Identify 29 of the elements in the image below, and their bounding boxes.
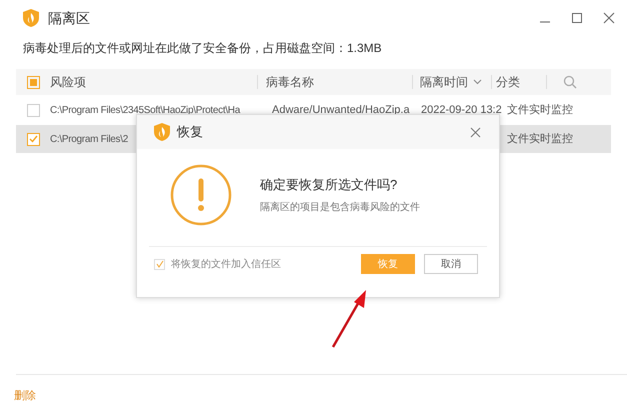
select-all-checkbox[interactable] bbox=[26, 76, 40, 88]
dialog-title: 恢复 bbox=[177, 123, 203, 142]
chevron-down-icon[interactable] bbox=[473, 79, 482, 85]
trust-checkbox[interactable]: 将恢复的文件加入信任区 bbox=[154, 256, 281, 272]
close-icon[interactable] bbox=[470, 126, 481, 138]
window-title: 隔离区 bbox=[48, 8, 90, 28]
table-cell: 2022-09-20 13:2 bbox=[421, 104, 502, 116]
checkbox[interactable] bbox=[26, 104, 40, 116]
close-icon[interactable] bbox=[603, 12, 615, 24]
search-icon[interactable] bbox=[563, 75, 577, 89]
info-text: 病毒处理后的文件或网址在此做了安全备份，占用磁盘空间：1.3MB bbox=[23, 40, 383, 57]
warning-icon bbox=[170, 164, 232, 226]
table-cell-text: 文件实时监控 bbox=[507, 132, 573, 147]
dialog-detail: 隔离区的项目是包含病毒风险的文件 bbox=[260, 200, 420, 216]
column-header[interactable]: 分类 bbox=[492, 73, 546, 91]
table-cell: C:\Program Files\2 bbox=[50, 134, 128, 145]
shield-icon bbox=[153, 122, 171, 142]
checkmark-icon bbox=[156, 260, 164, 268]
app-logo-icon bbox=[22, 8, 40, 28]
column-header[interactable]: 风险项 bbox=[50, 73, 257, 91]
table-cell-text: 文件实时监控 bbox=[507, 102, 573, 118]
maximize-icon[interactable] bbox=[571, 12, 583, 24]
table-cell: C:\Program Files\2345Soft\HaoZip\Protect\Ha bbox=[50, 104, 240, 116]
checkbox[interactable] bbox=[26, 132, 40, 146]
column-header[interactable]: 病毒名称 bbox=[258, 73, 412, 91]
table-cell: Adware/Unwanted/HaoZip.a bbox=[272, 104, 410, 116]
dialog-question: 确定要恢复所选文件吗? bbox=[260, 176, 398, 194]
column-header[interactable]: 隔离时间 bbox=[413, 73, 473, 91]
cancel-button[interactable]: 取消 bbox=[424, 254, 478, 274]
